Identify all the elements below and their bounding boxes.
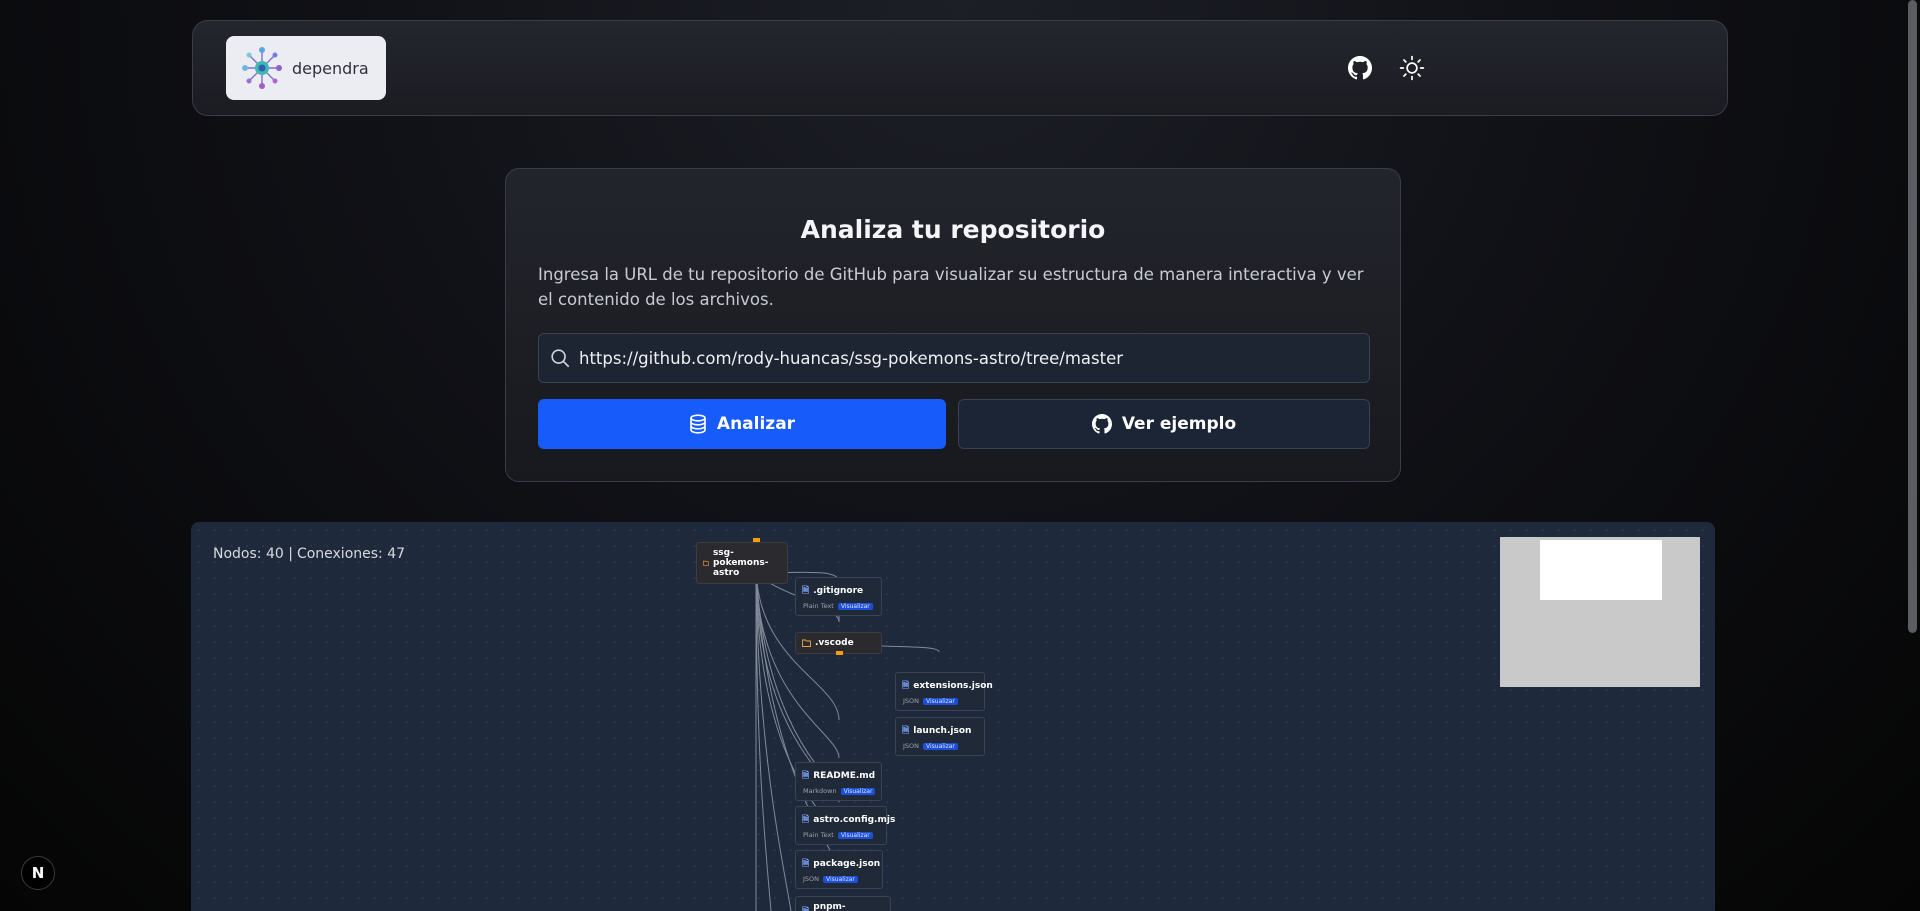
graph-node-file[interactable]: 🗎 launch.json JSON Visualizar [895, 717, 985, 756]
url-field[interactable] [538, 333, 1370, 383]
graph-node-file[interactable]: 🗎 pnpm-lock.yaml [795, 896, 891, 911]
view-button[interactable]: Visualizar [923, 697, 958, 705]
view-button[interactable]: Visualizar [837, 602, 873, 610]
view-button[interactable]: Visualizar [823, 875, 858, 883]
file-icon: 🗎 [902, 726, 910, 736]
description: Ingresa la URL de tu repositorio de GitH… [538, 265, 1364, 309]
example-button[interactable]: Ver ejemplo [958, 399, 1370, 449]
graph-node-type: JSON [903, 742, 920, 750]
graph-node-label: .gitignore [813, 586, 864, 596]
graph-node-label: ssg-pokemons-astro [712, 548, 769, 578]
node-handle[interactable] [753, 538, 760, 542]
graph-node-label: extensions.json [913, 681, 993, 691]
graph-node-root[interactable]: ssg-pokemons-astro [696, 542, 788, 584]
graph-node-label: .vscode [815, 638, 854, 648]
url-input[interactable] [579, 348, 1359, 368]
analyze-button-label: Analizar [716, 414, 796, 434]
logo-text: dependra [292, 58, 369, 78]
graph-node-label: launch.json [913, 726, 972, 736]
graph-node-type: JSON [903, 697, 920, 705]
file-icon: 🗎 [802, 815, 810, 825]
view-button[interactable]: Visualizar [923, 742, 958, 750]
graph-node-type: JSON [803, 875, 820, 883]
view-button[interactable]: Visualizar [837, 831, 873, 839]
graph-node-file[interactable]: 🗎 README.md Markdown Visualizar [795, 762, 882, 801]
graph-node-label: pnpm-lock.yaml [813, 902, 846, 911]
github-link[interactable] [1345, 53, 1375, 83]
dependra-logo-icon [242, 47, 282, 89]
graph-node-type: Plain Text [803, 831, 834, 839]
graph-node-type: Markdown [803, 787, 837, 795]
scrollbar[interactable] [1908, 0, 1917, 911]
graph-node-file[interactable]: 🗎 .gitignore Plain Text Visualizar [795, 577, 882, 616]
app-header: dependra [192, 20, 1728, 116]
devtools-label: N [31, 864, 45, 882]
file-icon: 🗎 [802, 904, 809, 911]
file-icon: 🗎 [802, 586, 810, 596]
node-handle[interactable] [836, 651, 843, 655]
graph-node-label: package.json [813, 859, 881, 869]
graph-node-label: astro.config.mjs [813, 815, 896, 825]
graph-node-file[interactable]: 🗎 package.json JSON Visualizar [795, 850, 883, 889]
github-icon [1348, 56, 1372, 80]
devtools-button[interactable]: N [21, 856, 55, 890]
page-title: Analiza tu repositorio [800, 215, 1106, 244]
graph-node-label: README.md [813, 771, 876, 781]
sun-icon [1399, 55, 1425, 81]
search-icon [551, 349, 570, 368]
file-icon: 🗎 [802, 859, 810, 869]
analyze-card: Analiza tu repositorio Ingresa la URL de… [505, 168, 1401, 482]
scrollbar-thumb[interactable] [1908, 0, 1917, 633]
file-icon: 🗎 [802, 771, 810, 781]
graph-node-type: Plain Text [803, 602, 834, 610]
theme-toggle[interactable] [1397, 53, 1427, 83]
graph-node-file[interactable]: 🗎 astro.config.mjs Plain Text Visualizar [795, 806, 895, 845]
folder-icon [802, 639, 811, 647]
file-icon: 🗎 [902, 681, 910, 691]
minimap-viewport[interactable] [1540, 540, 1662, 600]
github-icon [1091, 414, 1112, 434]
logo[interactable]: dependra [226, 36, 386, 100]
view-button[interactable]: Visualizar [840, 787, 876, 795]
minimap[interactable] [1500, 537, 1700, 687]
graph-canvas[interactable]: Nodos: 40 | Conexiones: 47 ssg-pokemons-… [191, 522, 1715, 911]
graph-node-file[interactable]: 🗎 extensions.json JSON Visualizar [895, 672, 993, 711]
example-button-label: Ver ejemplo [1121, 414, 1237, 434]
analyze-button[interactable]: Analizar [538, 399, 946, 449]
database-icon [690, 414, 706, 434]
folder-icon [703, 560, 709, 566]
